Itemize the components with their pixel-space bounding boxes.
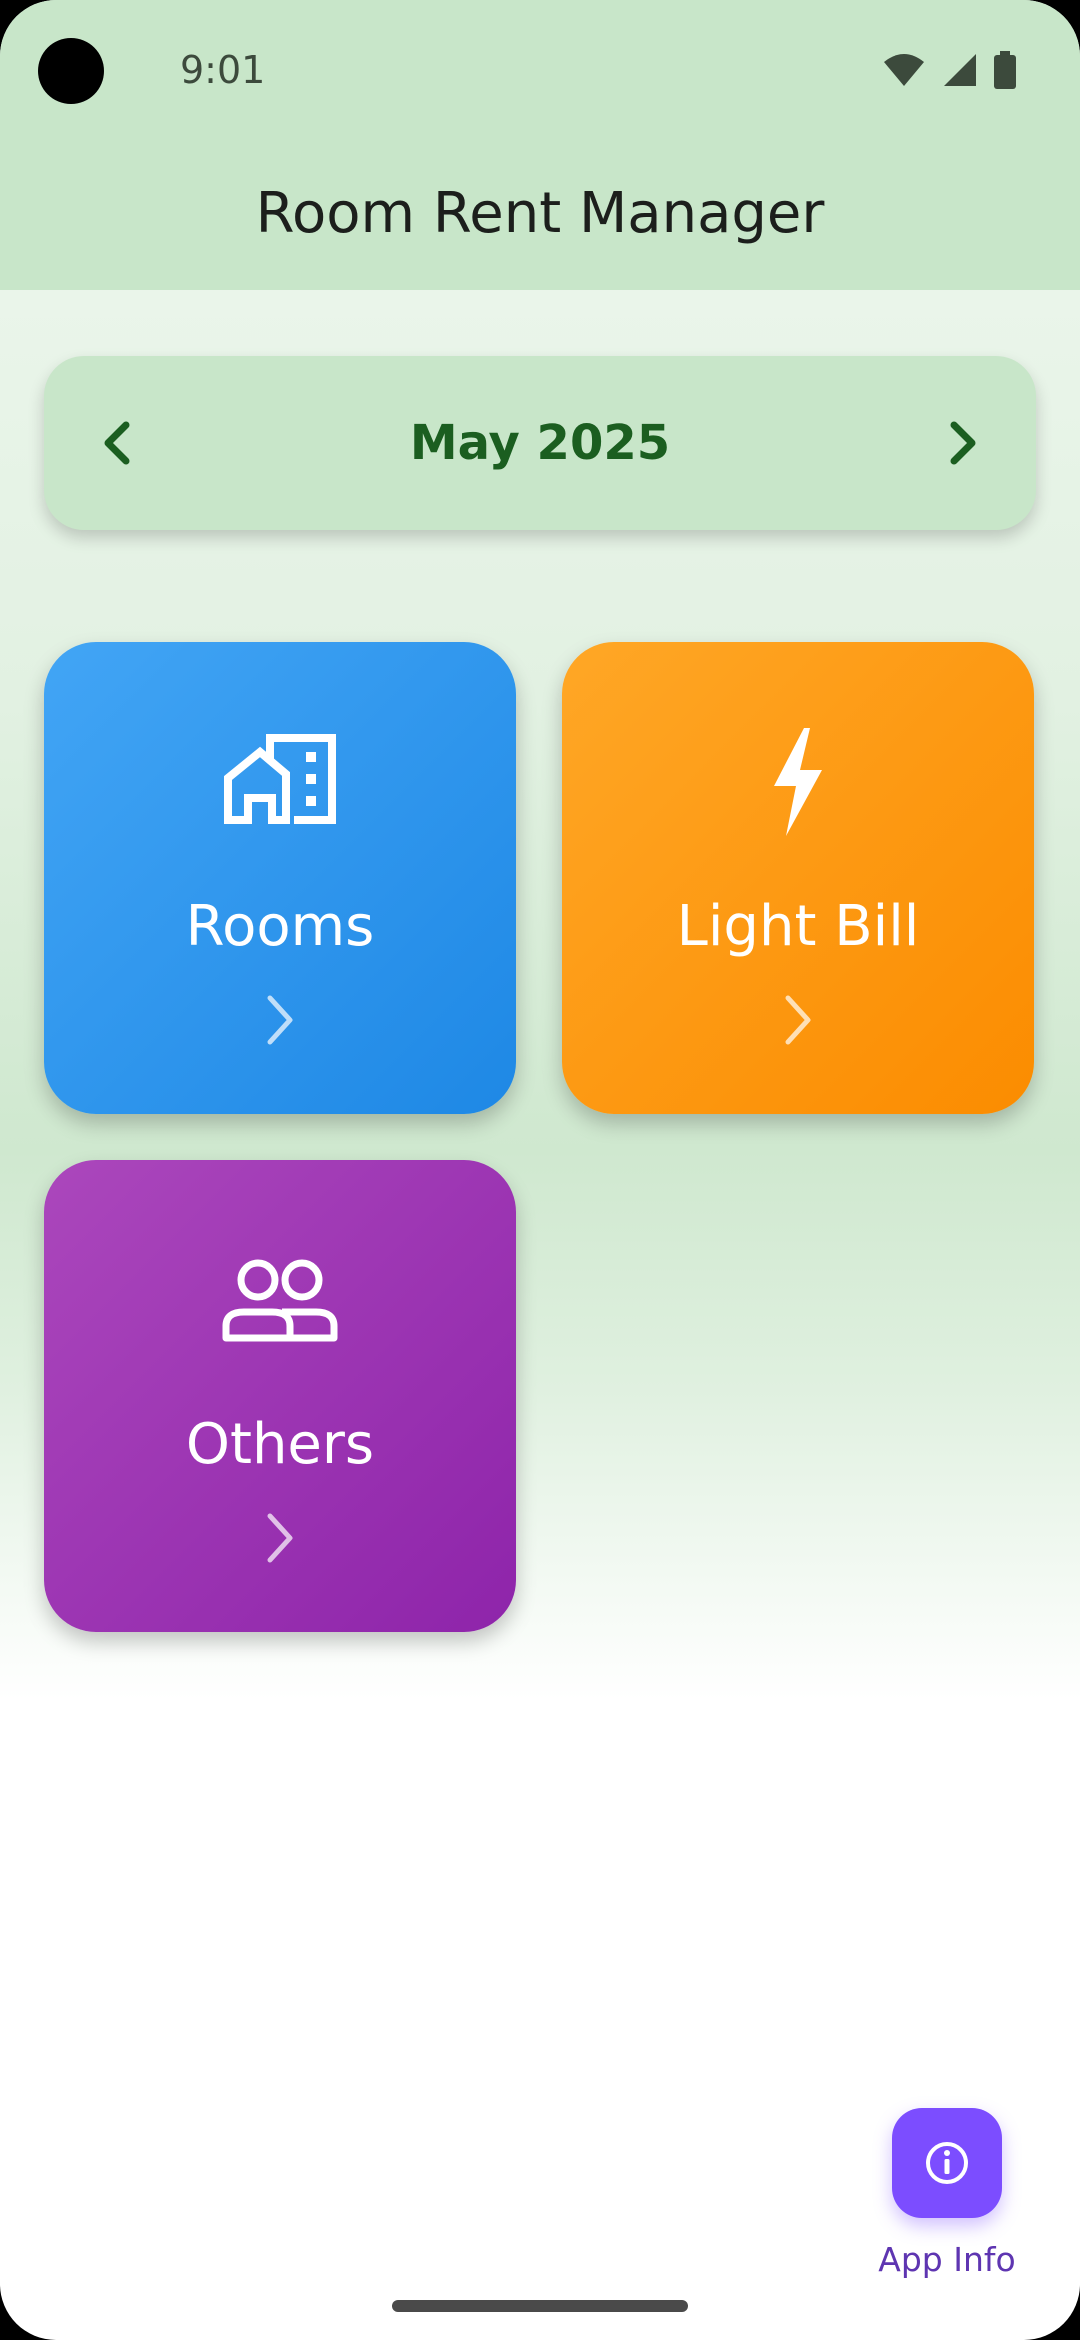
lightning-icon [774, 728, 822, 836]
battery-icon [994, 51, 1016, 89]
people-icon [222, 1259, 338, 1342]
next-month-button[interactable] [922, 403, 1002, 483]
building-icon [224, 734, 336, 824]
status-icons [882, 50, 1016, 90]
camera-cutout [38, 38, 104, 104]
chevron-right-icon [267, 995, 293, 1045]
info-icon [926, 2142, 968, 2184]
app-bar: 9:01 Room Rent Manager [0, 0, 1080, 290]
chevron-left-icon [104, 421, 130, 465]
light-bill-tile[interactable]: Light Bill [562, 642, 1034, 1114]
app-title: Room Rent Manager [255, 181, 825, 246]
others-tile[interactable]: Others [44, 1160, 516, 1632]
wifi-icon [882, 52, 926, 88]
tile-label: Light Bill [676, 894, 920, 959]
chevron-right-icon [267, 1513, 293, 1563]
tile-label: Rooms [185, 894, 375, 959]
app-info-button[interactable] [892, 2108, 1002, 2218]
month-label: May 2025 [409, 415, 671, 471]
app-info-label: App Info [878, 2240, 1016, 2279]
signal-icon [942, 52, 978, 88]
screen: 9:01 Room Rent Manager May 2025 Rooms Li… [0, 0, 1080, 2340]
chevron-right-icon [950, 421, 976, 465]
tile-label: Others [185, 1412, 375, 1477]
status-time: 9:01 [180, 48, 266, 92]
home-indicator[interactable] [392, 2300, 688, 2312]
rooms-tile[interactable]: Rooms [44, 642, 516, 1114]
month-selector: May 2025 [44, 356, 1036, 530]
chevron-right-icon [785, 995, 811, 1045]
previous-month-button[interactable] [78, 403, 158, 483]
